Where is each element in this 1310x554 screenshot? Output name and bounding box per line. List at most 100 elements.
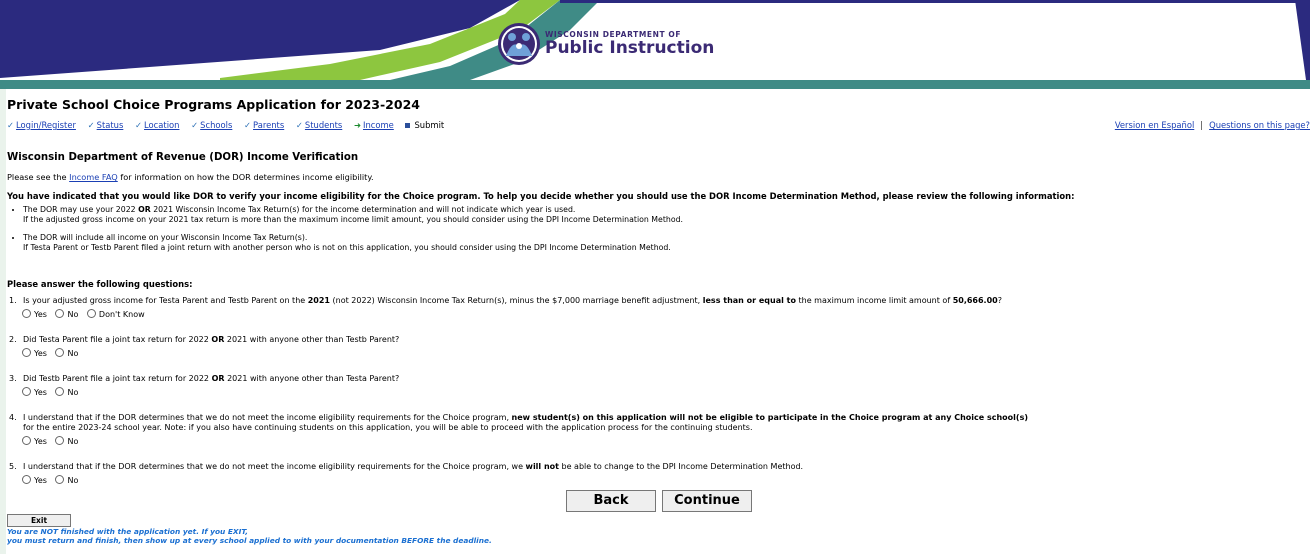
- question-text: Is your adjusted gross income for Testa …: [23, 296, 308, 305]
- step-location[interactable]: ✓ Location: [135, 120, 179, 130]
- step-students-link[interactable]: Students: [305, 120, 342, 130]
- progress-steps: ✓ Login/Register ✓ Status ✓ Location ✓ Schoo…: [7, 120, 1310, 132]
- step-status-link[interactable]: Status: [97, 120, 124, 130]
- step-parents[interactable]: ✓ Parents: [244, 120, 284, 130]
- option-label[interactable]: No: [67, 476, 78, 485]
- dpi-logo[interactable]: WISCONSIN DEPARTMENT OF Public Instructi…: [497, 22, 714, 66]
- question-text: the maximum income limit amount of: [795, 296, 953, 305]
- logo-org-line1: WISCONSIN DEPARTMENT OF: [545, 29, 682, 39]
- radio-q3-yes[interactable]: [22, 387, 31, 396]
- back-button[interactable]: Back: [566, 490, 656, 512]
- step-submit-label: Submit: [414, 120, 445, 130]
- radio-q2-yes[interactable]: [22, 348, 31, 357]
- info-item: The DOR will include all income on your …: [23, 233, 1303, 253]
- question-text: ?: [997, 296, 1002, 305]
- step-submit: Submit: [405, 120, 444, 130]
- checkmark-icon: ✓: [295, 120, 303, 130]
- faq-note: Please see the Income FAQ for informatio…: [7, 172, 374, 182]
- logo-org-line2: Public Instruction: [545, 38, 715, 59]
- question-text: Did Testa Parent file a joint tax return…: [23, 335, 212, 344]
- step-status[interactable]: ✓ Status: [88, 120, 124, 130]
- top-right-links: Version en Español | Questions on this pag…: [1115, 120, 1310, 130]
- step-parents-link[interactable]: Parents: [253, 120, 284, 130]
- step-location-link[interactable]: Location: [144, 120, 179, 130]
- exit-button[interactable]: Exit: [7, 514, 71, 527]
- question-number: 5.: [9, 462, 17, 471]
- answer-options: Yes No: [9, 436, 1309, 447]
- info-text: The DOR will include all income on your …: [23, 233, 308, 242]
- spanish-version-link[interactable]: Version en Español: [1115, 120, 1194, 130]
- step-income-link[interactable]: Income: [363, 120, 394, 130]
- info-text: If Testa Parent or Testb Parent filed a …: [23, 243, 671, 252]
- page-title: Private School Choice Programs Applicati…: [7, 97, 420, 112]
- step-income[interactable]: ➜ Income: [354, 120, 394, 130]
- radio-q4-yes[interactable]: [22, 436, 31, 445]
- question-emphasis: 2021: [307, 296, 330, 305]
- question-2: 2. Did Testa Parent file a joint tax retu…: [9, 335, 1309, 359]
- radio-q2-no[interactable]: [55, 348, 65, 357]
- question-text: 2021 with anyone other than Testa Parent…: [224, 374, 400, 383]
- step-login[interactable]: ✓ Login/Register: [7, 120, 76, 130]
- question-text: Did Testb Parent file a joint tax return…: [23, 374, 212, 383]
- option-label[interactable]: No: [67, 310, 78, 319]
- question-text: be able to change to the DPI Income Dete…: [558, 462, 804, 471]
- question-4: 4. I understand that if the DOR determine…: [9, 413, 1309, 447]
- question-number: 4.: [9, 413, 17, 422]
- square-bullet-icon: [405, 123, 411, 128]
- radio-q1-yes[interactable]: [22, 309, 31, 318]
- arrow-right-icon: ➜: [353, 120, 361, 130]
- checkmark-icon: ✓: [7, 120, 15, 130]
- question-text: 2021 with anyone other than Testb Parent…: [224, 335, 400, 344]
- answer-options: Yes No: [9, 348, 1309, 359]
- info-list: The DOR may use your 2022 OR 2021 Wiscon…: [7, 205, 1303, 261]
- step-schools-link[interactable]: Schools: [200, 120, 232, 130]
- radio-q1-dont-know[interactable]: [86, 309, 96, 318]
- answer-options: Yes No Don't Know: [9, 309, 1309, 320]
- step-login-link[interactable]: Login/Register: [16, 120, 76, 130]
- header-banner: WISCONSIN DEPARTMENT OF Public Instructi…: [0, 0, 1310, 80]
- info-text: The DOR may use your 2022: [23, 205, 139, 214]
- question-number: 1.: [9, 296, 17, 305]
- question-text: for the entire 2023-24 school year. Note…: [23, 423, 753, 432]
- exit-warning: You are NOT finished with the applicatio…: [7, 527, 492, 545]
- faq-note-suffix: for information on how the DOR determine…: [117, 172, 374, 182]
- radio-q1-no[interactable]: [55, 309, 65, 318]
- question-emphasis: OR: [211, 335, 225, 344]
- link-separator: |: [1200, 120, 1204, 130]
- answer-options: Yes No: [9, 387, 1309, 398]
- checkmark-icon: ✓: [244, 120, 252, 130]
- checkmark-icon: ✓: [135, 120, 143, 130]
- option-label[interactable]: Yes: [34, 476, 47, 485]
- exit-warning-line: you must return and finish, then show up…: [7, 536, 492, 545]
- option-label[interactable]: Yes: [34, 349, 47, 358]
- intro-text: You have indicated that you would like D…: [7, 191, 1075, 201]
- option-label[interactable]: Yes: [34, 437, 47, 446]
- radio-q4-no[interactable]: [55, 436, 65, 445]
- checkmark-icon: ✓: [191, 120, 199, 130]
- radio-q5-no[interactable]: [55, 475, 65, 484]
- continue-button[interactable]: Continue: [662, 490, 752, 512]
- step-students[interactable]: ✓ Students: [296, 120, 342, 130]
- info-item: The DOR may use your 2022 OR 2021 Wiscon…: [23, 205, 1303, 225]
- question-3: 3. Did Testb Parent file a joint tax retu…: [9, 374, 1309, 398]
- income-faq-link[interactable]: Income FAQ: [69, 172, 118, 182]
- question-text: I understand that if the DOR determines …: [23, 413, 512, 422]
- questions-link[interactable]: Questions on this page?: [1209, 120, 1310, 130]
- question-5: 5. I understand that if the DOR determine…: [9, 462, 1309, 486]
- question-emphasis: will not: [525, 462, 559, 471]
- option-label[interactable]: Don't Know: [99, 310, 145, 319]
- radio-q5-yes[interactable]: [22, 475, 31, 484]
- option-label[interactable]: No: [67, 437, 78, 446]
- info-text: 2021 Wisconsin Income Tax Return(s) for …: [150, 205, 576, 214]
- question-emphasis: OR: [211, 374, 225, 383]
- question-number: 2.: [9, 335, 17, 344]
- option-label[interactable]: Yes: [34, 310, 47, 319]
- option-label[interactable]: Yes: [34, 388, 47, 397]
- info-text: If the adjusted gross income on your 202…: [23, 215, 684, 224]
- faq-note-prefix: Please see the: [7, 172, 70, 182]
- option-label[interactable]: No: [67, 388, 78, 397]
- radio-q3-no[interactable]: [55, 387, 65, 396]
- step-schools[interactable]: ✓ Schools: [191, 120, 232, 130]
- option-label[interactable]: No: [67, 349, 78, 358]
- question-1: 1. Is your adjusted gross income for Test…: [9, 296, 1309, 320]
